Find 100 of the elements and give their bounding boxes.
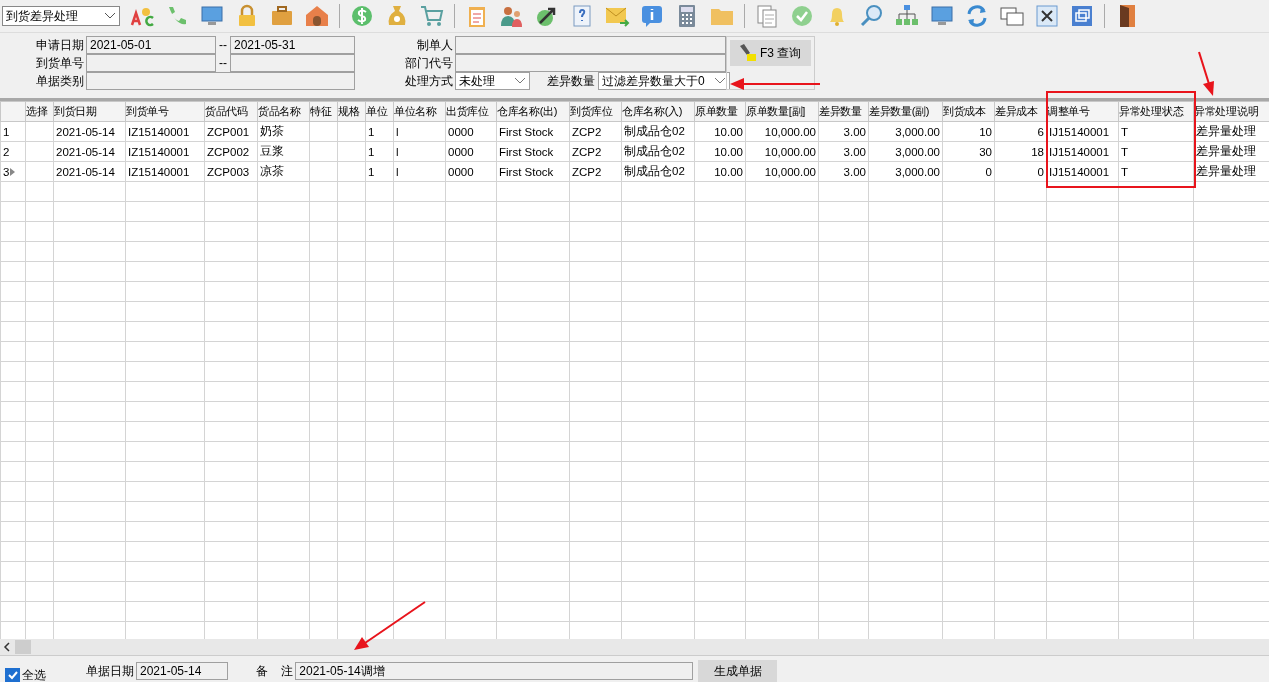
field-label: 部门代号	[404, 55, 454, 72]
department-field[interactable]	[455, 54, 726, 72]
field-label: 备 注	[256, 662, 294, 680]
table-cell: l	[393, 141, 446, 162]
magnifier-icon[interactable]	[859, 3, 885, 29]
field-label: 制单人	[416, 37, 454, 54]
info-icon[interactable]	[639, 3, 665, 29]
module-select[interactable]: 到货差异处理	[2, 6, 120, 26]
table-cell: IZ15140001	[125, 121, 205, 142]
column-header: 异常处理状态	[1118, 101, 1194, 122]
table-cell	[309, 121, 338, 142]
annotation-arrow	[1198, 51, 1214, 96]
query-button[interactable]: F3 查询	[730, 40, 812, 66]
table-cell: 2021-05-14	[53, 161, 126, 182]
column-header: 货品代码	[204, 101, 258, 122]
range-separator: --	[218, 55, 228, 72]
scroll-left-icon[interactable]	[3, 642, 11, 652]
mode-dropdown[interactable]: 未处理	[455, 72, 530, 90]
select-all-checkbox[interactable]: 全选	[5, 666, 46, 682]
table-cell: 凉茶	[257, 161, 310, 182]
horizontal-scrollbar[interactable]	[0, 639, 1269, 655]
table-cell: 3.00	[818, 121, 869, 142]
annotation-arrow	[354, 601, 426, 650]
number-to-field[interactable]	[230, 54, 355, 72]
column-header: 到货单号	[125, 101, 205, 122]
column-header: 仓库名称(入)	[621, 101, 695, 122]
checkmark-icon	[6, 669, 19, 681]
table-cell: IJ15140001	[1046, 161, 1119, 182]
column-header: 调整单号	[1046, 101, 1119, 122]
table-cell: 制成品仓02	[621, 141, 695, 162]
table-cell: 10,000.00	[745, 161, 819, 182]
column-header: 差异成本	[994, 101, 1047, 122]
table-cell: 3.00	[818, 161, 869, 182]
generate-button[interactable]: 生成单据	[698, 660, 778, 682]
table-cell: 制成品仓02	[621, 161, 695, 182]
table-cell: 2021-05-14	[53, 141, 126, 162]
table-cell: IJ15140001	[1046, 121, 1119, 142]
doc-type-field[interactable]	[86, 72, 355, 90]
table-cell: 10.00	[694, 161, 746, 182]
table-cell	[337, 141, 366, 162]
field-label: 单据类别	[35, 73, 85, 90]
column-header: 仓库名称(出)	[496, 101, 570, 122]
column-header: 选择	[25, 101, 54, 122]
table-cell: ZCP2	[569, 121, 622, 142]
table-cell: 2021-05-14	[53, 121, 126, 142]
table-cell: T	[1118, 141, 1194, 162]
cart-icon[interactable]	[419, 3, 445, 29]
difference-dropdown[interactable]: 过滤差异数量大于0	[598, 72, 730, 90]
window-icon[interactable]	[1069, 3, 1095, 29]
table-cell	[309, 141, 338, 162]
table-cell: ZCP002	[204, 141, 258, 162]
table-cell: 10.00	[694, 141, 746, 162]
table-cell: 3.00	[818, 141, 869, 162]
column-header: 单位	[365, 101, 394, 122]
dollar-coin-icon[interactable]	[349, 3, 375, 29]
chevron-down-icon	[104, 12, 116, 20]
table-cell: 1	[365, 161, 394, 182]
chevron-down-icon	[714, 77, 726, 85]
date-to-field[interactable]: 2021-05-31	[230, 36, 355, 54]
column-header: 差异数量(副)	[868, 101, 943, 122]
field-label: 单据日期	[86, 662, 134, 680]
remark-field[interactable]: 2021-05-14调增	[295, 662, 694, 680]
check-circle-icon[interactable]	[789, 3, 815, 29]
table-cell: IJ15140001	[1046, 141, 1119, 162]
table-cell: 30	[942, 141, 995, 162]
column-header: 原单数量	[694, 101, 746, 122]
column-header: 出货库位	[445, 101, 497, 122]
current-row-icon	[10, 167, 16, 176]
range-separator: --	[218, 37, 228, 54]
document-date-field[interactable]: 2021-05-14	[136, 662, 228, 680]
number-from-field[interactable]	[86, 54, 216, 72]
date-from-field[interactable]: 2021-05-01	[86, 36, 216, 54]
column-header: 差异数量	[818, 101, 869, 122]
house-icon[interactable]	[304, 3, 330, 29]
documents-icon[interactable]	[754, 3, 780, 29]
table-cell: ZCP003	[204, 161, 258, 182]
close-box-icon[interactable]	[1034, 3, 1060, 29]
row-number: 1	[0, 121, 26, 142]
scrollbar-thumb[interactable]	[15, 640, 31, 654]
table-cell: 0000	[445, 141, 497, 162]
table-cell: ZCP2	[569, 141, 622, 162]
creator-field[interactable]	[455, 36, 726, 54]
field-label: 到货单号	[35, 55, 85, 72]
table-cell: T	[1118, 121, 1194, 142]
table-cell: l	[393, 161, 446, 182]
column-header: 单位名称	[393, 101, 446, 122]
table-cell: 10,000.00	[745, 141, 819, 162]
table-cell: 0000	[445, 121, 497, 142]
column-header: 到货成本	[942, 101, 995, 122]
table-cell: 1	[365, 121, 394, 142]
table-cell: 3,000.00	[868, 161, 943, 182]
table-cell: 10.00	[694, 121, 746, 142]
table-cell: 制成品仓02	[621, 121, 695, 142]
column-header: 原单数量[副]	[745, 101, 819, 122]
table-cell: 0000	[445, 161, 497, 182]
table-cell: First Stock	[496, 121, 570, 142]
table-cell: l	[393, 121, 446, 142]
field-label: 处理方式	[404, 73, 454, 90]
table-cell: First Stock	[496, 161, 570, 182]
table-cell: 奶茶	[257, 121, 310, 142]
